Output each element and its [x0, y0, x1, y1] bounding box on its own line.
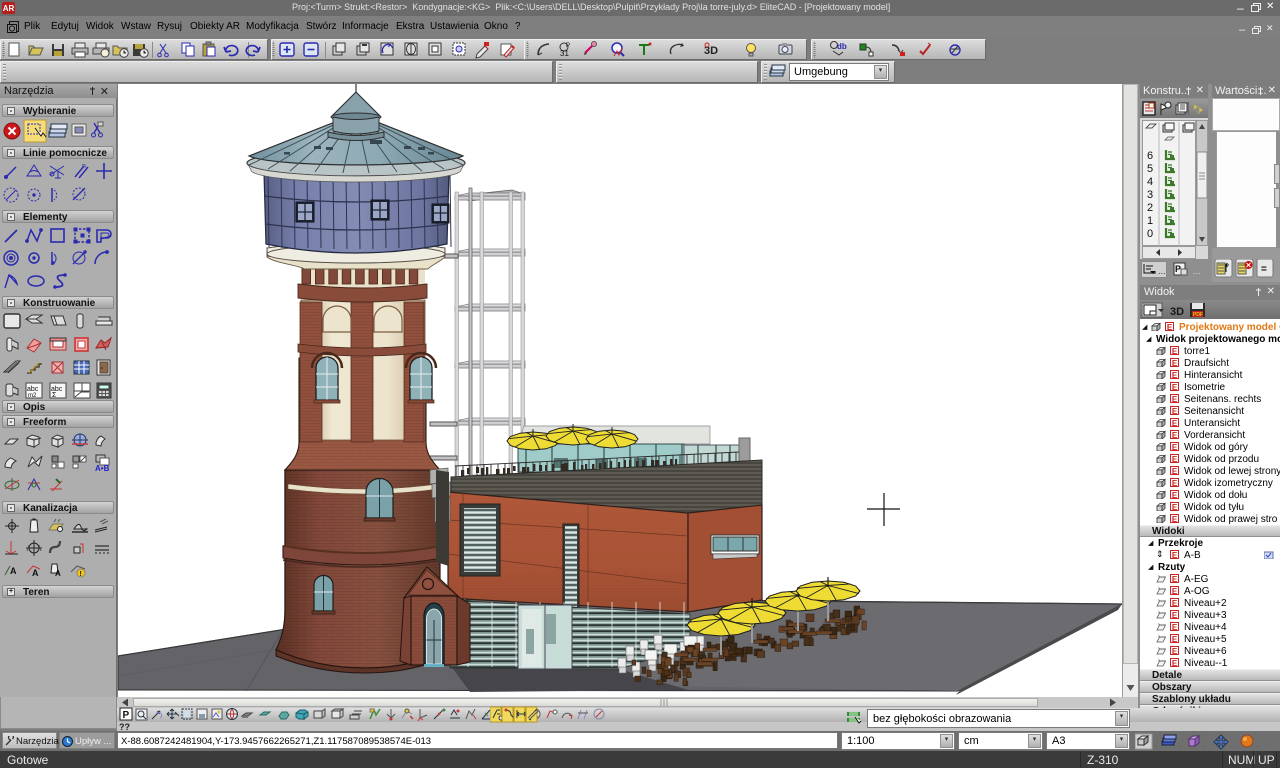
svg-text:0: 0: [1147, 228, 1153, 240]
svg-text:db: db: [837, 42, 847, 51]
svg-text:AR: AR: [3, 4, 15, 13]
svg-text:3: 3: [1147, 189, 1153, 201]
svg-text:..: ..: [1177, 740, 1181, 749]
svg-text:..: ..: [1230, 740, 1234, 749]
svg-text:n: n: [82, 163, 86, 170]
svg-text:...: ...: [1193, 266, 1201, 276]
svg-text:..: ..: [1201, 740, 1205, 749]
svg-text:..: ..: [1255, 740, 1259, 749]
svg-text:Σ: Σ: [52, 392, 57, 399]
svg-text:5: 5: [1147, 163, 1153, 175]
svg-text:..: ..: [1153, 740, 1157, 749]
svg-text:A•B: A•B: [95, 464, 110, 473]
svg-text:P: P: [123, 710, 130, 721]
svg-text:PDF: PDF: [1193, 312, 1203, 318]
svg-text:P: P: [566, 43, 570, 49]
svg-text:A: A: [32, 568, 39, 578]
svg-text:=: =: [1261, 264, 1267, 275]
svg-text:4: 4: [1147, 176, 1153, 188]
svg-text:!: !: [80, 571, 82, 578]
svg-text:A: A: [55, 569, 61, 578]
svg-text:3D: 3D: [1170, 306, 1184, 318]
svg-text:2: 2: [1147, 202, 1153, 214]
svg-text:31: 31: [560, 49, 569, 58]
svg-text:A: A: [10, 566, 17, 576]
svg-text:1: 1: [1147, 215, 1153, 227]
svg-text:6: 6: [1147, 150, 1153, 162]
svg-text:m2: m2: [28, 393, 37, 399]
svg-text:P: P: [1175, 264, 1181, 274]
svg-text:...: ...: [1158, 266, 1166, 276]
svg-text:abc: abc: [27, 386, 39, 393]
